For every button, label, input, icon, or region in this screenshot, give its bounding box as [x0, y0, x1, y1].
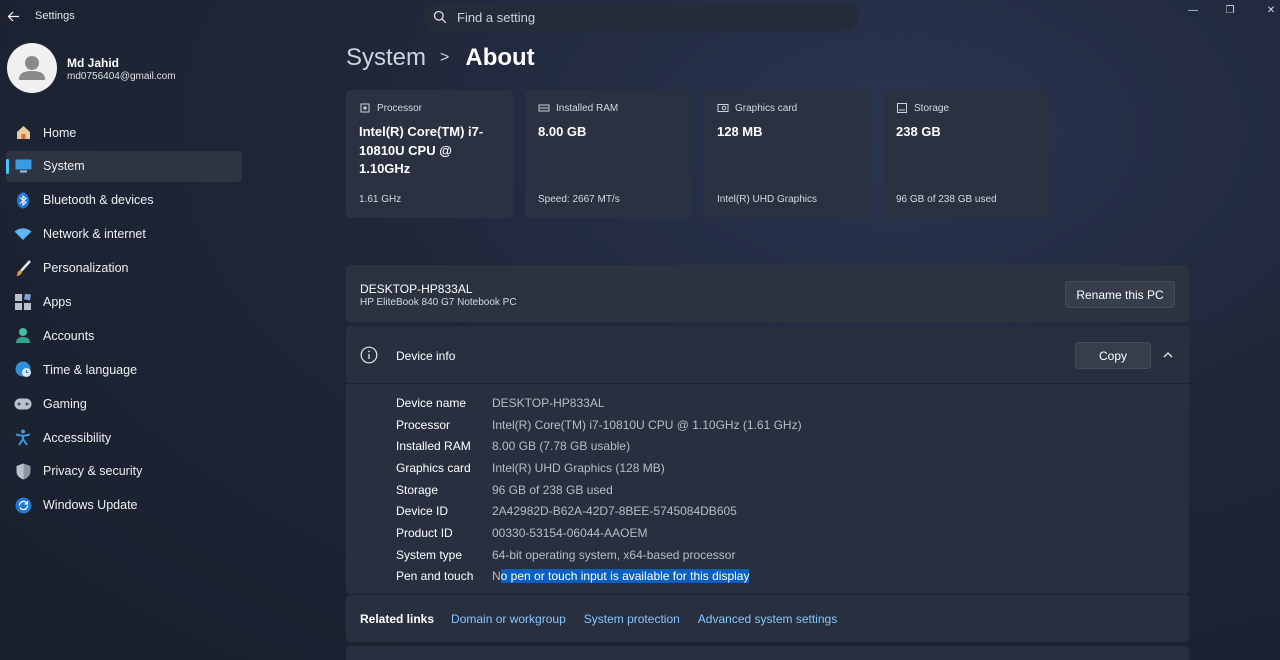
- system-icon: [14, 157, 32, 175]
- device-info-card: Device info Copy Device name DESKTOP-HP83…: [346, 326, 1189, 594]
- brush-icon: [14, 259, 32, 277]
- search-input[interactable]: [457, 9, 837, 25]
- user-email: md0756404@gmail.com: [67, 71, 176, 82]
- info-row-device-name: Device name DESKTOP-HP833AL: [396, 395, 605, 410]
- spec-value: 8.00 GB: [538, 124, 587, 139]
- shield-icon: [14, 462, 32, 480]
- search-box[interactable]: [423, 3, 858, 31]
- related-links-label: Related links: [360, 611, 435, 626]
- sidebar-item-apps[interactable]: Apps: [6, 286, 242, 317]
- spec-card-graphics: Graphics card 128 MB Intel(R) UHD Graphi…: [704, 90, 871, 218]
- pc-model: HP EliteBook 840 G7 Notebook PC: [360, 297, 517, 308]
- sidebar-item-home[interactable]: Home: [6, 117, 242, 148]
- sidebar-item-bluetooth[interactable]: Bluetooth & devices: [6, 185, 242, 216]
- user-avatar-icon: [19, 56, 45, 80]
- sidebar-item-privacy[interactable]: Privacy & security: [6, 456, 242, 487]
- spec-label: Graphics card: [735, 102, 798, 114]
- update-icon: [14, 496, 32, 514]
- info-row-graphics-card: Graphics card Intel(R) UHD Graphics (128 …: [396, 460, 665, 475]
- chevron-right-icon: >: [440, 49, 450, 66]
- minimize-button[interactable]: —: [1173, 2, 1213, 18]
- maximize-icon: ❐: [1225, 4, 1235, 16]
- link-domain-workgroup[interactable]: Domain or workgroup: [451, 612, 566, 626]
- next-section-card: [346, 646, 1189, 660]
- title-bar: Settings — ❐ ✕: [0, 0, 1280, 34]
- search-icon: [433, 10, 447, 24]
- sidebar-item-gaming[interactable]: Gaming: [6, 388, 242, 419]
- info-row-storage: Storage 96 GB of 238 GB used: [396, 482, 613, 497]
- wifi-icon: [14, 225, 32, 243]
- storage-icon: [897, 103, 907, 113]
- home-icon: [14, 124, 32, 142]
- spec-value: 238 GB: [896, 124, 941, 139]
- close-button[interactable]: ✕: [1251, 2, 1280, 18]
- pc-name: DESKTOP-HP833AL: [360, 282, 473, 296]
- info-row-processor: Processor Intel(R) Core(TM) i7-10810U CPU…: [396, 417, 802, 432]
- link-system-protection[interactable]: System protection: [584, 612, 680, 626]
- sidebar-item-personalization[interactable]: Personalization: [6, 253, 242, 284]
- info-icon: [360, 346, 378, 364]
- spec-value: Intel(R) Core(TM) i7-10810U CPU @ 1.10GH…: [359, 124, 484, 176]
- sidebar-item-system[interactable]: System: [6, 150, 242, 182]
- related-links-bar: Related links Domain or workgroup System…: [346, 595, 1189, 642]
- pen-touch-value[interactable]: No pen or touch input is available for t…: [492, 569, 750, 584]
- gamepad-icon: [14, 395, 32, 413]
- app-title: Settings: [35, 10, 75, 22]
- bluetooth-icon: [14, 191, 32, 209]
- spec-label: Storage: [914, 102, 950, 114]
- breadcrumb-parent[interactable]: System: [346, 44, 426, 72]
- device-info-header[interactable]: Device info Copy: [346, 326, 1189, 384]
- device-info-title: Device info: [396, 349, 456, 363]
- back-arrow-icon: [7, 11, 19, 21]
- breadcrumb: System > About: [346, 44, 535, 72]
- info-row-product-id: Product ID 00330-53154-06044-AAOEM: [396, 525, 648, 540]
- accessibility-icon: [14, 429, 32, 447]
- pc-name-card: DESKTOP-HP833AL HP EliteBook 840 G7 Note…: [346, 265, 1189, 322]
- graphics-card-icon: [717, 104, 729, 112]
- page-title: About: [465, 44, 535, 71]
- info-row-installed-ram: Installed RAM 8.00 GB (7.78 GB usable): [396, 439, 631, 454]
- sidebar-item-network[interactable]: Network & internet: [6, 219, 242, 250]
- info-row-device-id: Device ID 2A42982D-B62A-42D7-8BEE-5745084…: [396, 504, 737, 519]
- ram-icon: [538, 104, 550, 112]
- spec-subtext: 1.61 GHz: [359, 194, 402, 205]
- spec-label: Installed RAM: [556, 102, 619, 114]
- rename-pc-button[interactable]: Rename this PC: [1065, 281, 1175, 308]
- minimize-icon: —: [1188, 4, 1198, 16]
- selected-text: o pen or touch input is available for th…: [500, 569, 750, 584]
- sidebar-item-accessibility[interactable]: Accessibility: [6, 422, 242, 453]
- user-name: Md Jahid: [67, 56, 120, 70]
- spec-card-ram: Installed RAM 8.00 GB Speed: 2667 MT/s: [525, 90, 692, 218]
- spec-card-processor: Processor Intel(R) Core(TM) i7-10810U CP…: [346, 90, 513, 218]
- spec-value: 128 MB: [717, 124, 763, 139]
- maximize-button[interactable]: ❐: [1210, 2, 1250, 18]
- accounts-icon: [14, 327, 32, 345]
- spec-card-storage: Storage 238 GB 96 GB of 238 GB used: [883, 90, 1050, 218]
- close-icon: ✕: [1266, 4, 1276, 16]
- spec-subtext: Speed: 2667 MT/s: [538, 194, 620, 205]
- sidebar-item-time-language[interactable]: Time & language: [6, 354, 242, 385]
- spec-label: Processor: [377, 102, 423, 114]
- avatar[interactable]: [7, 43, 57, 93]
- spec-subtext: Intel(R) UHD Graphics: [717, 194, 818, 205]
- back-button[interactable]: [2, 4, 24, 28]
- spec-subtext: 96 GB of 238 GB used: [896, 194, 997, 205]
- info-row-pen-touch: Pen and touch No pen or touch input is av…: [396, 569, 750, 584]
- apps-icon: [14, 293, 32, 311]
- processor-icon: [360, 103, 370, 113]
- link-advanced-system-settings[interactable]: Advanced system settings: [698, 612, 837, 626]
- sidebar-nav: Home System Bluetooth & devices Network …: [6, 117, 242, 524]
- sidebar-item-windows-update[interactable]: Windows Update: [6, 490, 242, 521]
- globe-clock-icon: [14, 361, 32, 379]
- copy-button[interactable]: Copy: [1075, 342, 1151, 369]
- chevron-up-icon[interactable]: [1161, 348, 1175, 362]
- device-info-list: Device name DESKTOP-HP833AL Processor Inte…: [396, 392, 802, 587]
- info-row-system-type: System type 64-bit operating system, x64-…: [396, 547, 736, 562]
- sidebar-item-accounts[interactable]: Accounts: [6, 320, 242, 351]
